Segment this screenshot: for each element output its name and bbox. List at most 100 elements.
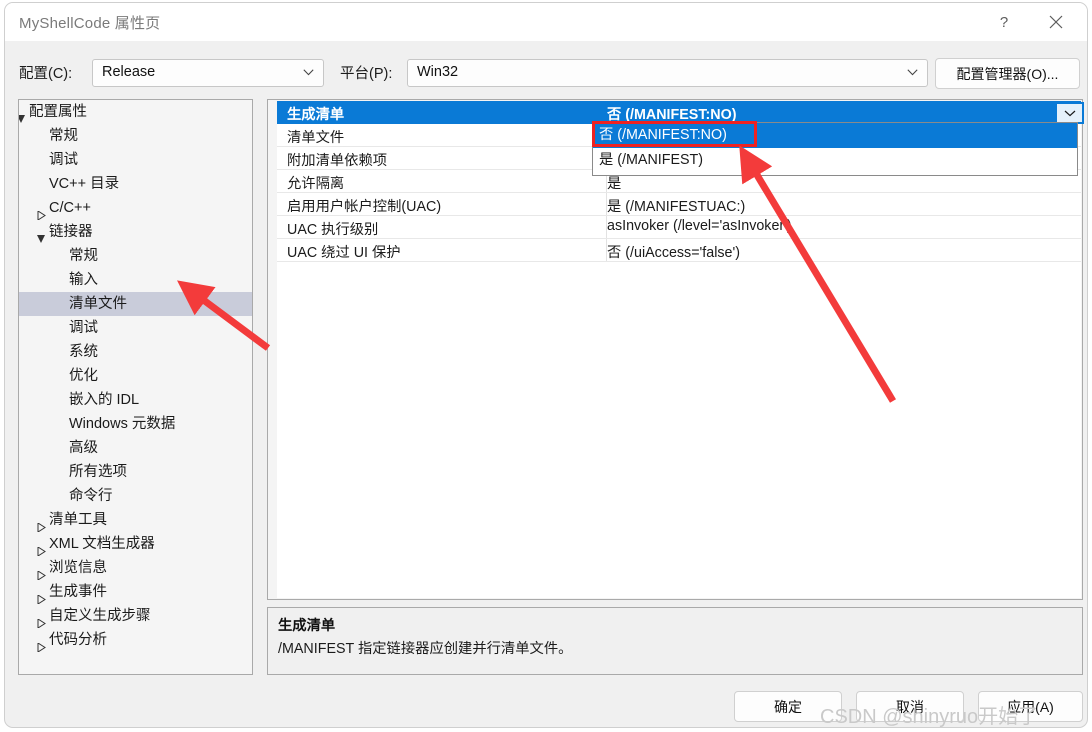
tree-item-label: 嵌入的 IDL — [69, 392, 140, 408]
tree-item-label: 高级 — [69, 440, 98, 456]
configuration-value: Release — [102, 64, 156, 80]
chevron-down-icon — [907, 69, 918, 76]
property-row[interactable]: UAC 执行级别 asInvoker (/level='asInvoker') — [277, 216, 1081, 239]
tree-item-label: 所有选项 — [69, 464, 127, 480]
tree-item[interactable]: 优化 — [19, 364, 252, 388]
property-pages-dialog: MyShellCode 属性页 ? 配置(C): Release 平台(P): — [4, 2, 1088, 728]
property-value[interactable]: 否 (/MANIFEST:NO) — [607, 103, 736, 124]
expander-collapsed-icon[interactable] — [37, 612, 46, 629]
tree-item-label: 清单工具 — [49, 512, 107, 528]
tree-item-label: XML 文档生成器 — [49, 536, 155, 552]
property-name: UAC 执行级别 — [287, 222, 379, 238]
tree-item[interactable]: 所有选项 — [19, 460, 252, 484]
property-name: 附加清单依赖项 — [287, 153, 388, 169]
screenshot-root: MyShellCode 属性页 ? 配置(C): Release 平台(P): — [0, 0, 1092, 732]
tree-item-label: 调试 — [69, 320, 98, 336]
tree-item-label: Windows 元数据 — [69, 416, 176, 432]
dropdown-toggle-button[interactable] — [1055, 102, 1084, 124]
property-name: 清单文件 — [287, 130, 345, 146]
tree-item-label: C/C++ — [49, 200, 91, 216]
description-title: 生成清单 — [278, 618, 336, 634]
tree-item[interactable]: 清单工具 — [19, 508, 252, 533]
property-row[interactable]: 启用用户帐户控制(UAC) 是 (/MANIFESTUAC:) — [277, 193, 1081, 216]
expander-expanded-icon[interactable] — [19, 108, 26, 123]
platform-combobox[interactable]: Win32 — [407, 59, 928, 87]
tree-item[interactable]: 链接器 — [19, 220, 252, 244]
tree-item-label: 命令行 — [69, 488, 113, 504]
manifest-dropdown-list[interactable]: 否 (/MANIFEST:NO) 是 (/MANIFEST) — [592, 122, 1078, 176]
tree-item[interactable]: 生成事件 — [19, 580, 252, 605]
property-value[interactable]: asInvoker (/level='asInvoker') — [607, 218, 792, 234]
platform-value: Win32 — [417, 64, 459, 80]
tree-item[interactable]: 命令行 — [19, 484, 252, 508]
tree-item-label: 优化 — [69, 368, 98, 384]
tree-item[interactable]: VC++ 目录 — [19, 172, 252, 196]
close-glyph — [1049, 15, 1063, 29]
description-text: /MANIFEST 指定链接器应创建并行清单文件。 — [278, 641, 573, 657]
expander-collapsed-icon[interactable] — [37, 564, 46, 581]
tree-item[interactable]: 常规 — [19, 124, 252, 148]
tree-item[interactable]: 常规 — [19, 244, 252, 268]
configuration-manager-button[interactable]: 配置管理器(O)... — [935, 58, 1080, 89]
tree-item[interactable]: C/C++ — [19, 196, 252, 221]
tree-item[interactable]: 高级 — [19, 436, 252, 460]
tree-item[interactable]: XML 文档生成器 — [19, 532, 252, 557]
tree-item[interactable]: 系统 — [19, 340, 252, 364]
configuration-label: 配置(C): — [19, 66, 73, 82]
tree-item[interactable]: 嵌入的 IDL — [19, 388, 252, 412]
tree-item-label: 常规 — [49, 128, 78, 144]
tree-item-label: 清单文件 — [69, 296, 127, 312]
configuration-tree[interactable]: 配置属性 常规 调试 VC++ 目录 C/C++ 链接器 常规 输入 清单文件 调试 系统 优化 嵌入的… — [18, 99, 253, 675]
tree-item-label: 系统 — [69, 344, 98, 360]
expander-expanded-icon[interactable] — [37, 228, 46, 243]
expander-collapsed-icon[interactable] — [37, 516, 46, 533]
tree-item-label: 自定义生成步骤 — [49, 608, 151, 624]
tree-item-label: 常规 — [69, 248, 98, 264]
tree-item[interactable]: 调试 — [19, 148, 252, 172]
apply-button[interactable]: 应用(A) — [978, 691, 1083, 722]
expander-collapsed-icon[interactable] — [37, 636, 46, 653]
chevron-down-icon — [1064, 110, 1075, 116]
title-bar: MyShellCode 属性页 ? — [5, 3, 1087, 41]
tree-item[interactable]: 输入 — [19, 268, 252, 292]
tree-item[interactable]: 自定义生成步骤 — [19, 604, 252, 629]
window-title: MyShellCode 属性页 — [19, 15, 161, 32]
tree-item-label: 链接器 — [49, 224, 93, 240]
description-pane: 生成清单 /MANIFEST 指定链接器应创建并行清单文件。 — [267, 607, 1083, 675]
dropdown-option[interactable]: 否 (/MANIFEST:NO) — [593, 123, 1077, 148]
close-icon[interactable] — [1033, 3, 1079, 41]
tree-item-label: 调试 — [49, 152, 78, 168]
tree-item[interactable]: 浏览信息 — [19, 556, 252, 581]
configuration-combobox[interactable]: Release — [92, 59, 324, 87]
tree-item[interactable]: 配置属性 — [19, 100, 252, 124]
platform-label: 平台(P): — [340, 66, 393, 82]
tree-item-label: 生成事件 — [49, 584, 107, 600]
help-icon[interactable]: ? — [981, 3, 1027, 41]
ok-button[interactable]: 确定 — [734, 691, 842, 722]
property-row[interactable]: UAC 绕过 UI 保护 否 (/uiAccess='false') — [277, 239, 1081, 262]
property-value[interactable]: 否 (/uiAccess='false') — [607, 241, 740, 262]
property-name: 启用用户帐户控制(UAC) — [287, 199, 442, 215]
property-name: 生成清单 — [287, 107, 345, 123]
expander-collapsed-icon[interactable] — [37, 540, 46, 557]
tree-item-label: 代码分析 — [49, 632, 107, 648]
cancel-button[interactable]: 取消 — [856, 691, 964, 722]
tree-item-label: VC++ 目录 — [49, 176, 120, 192]
property-value[interactable]: 是 (/MANIFESTUAC:) — [607, 195, 745, 216]
tree-item[interactable]: Windows 元数据 — [19, 412, 252, 436]
dropdown-option[interactable]: 是 (/MANIFEST) — [593, 148, 1077, 173]
tree-item-label: 输入 — [69, 272, 98, 288]
expander-collapsed-icon[interactable] — [37, 204, 46, 221]
chevron-down-icon — [303, 69, 314, 76]
tree-item[interactable]: 清单文件 — [19, 292, 252, 316]
tree-item[interactable]: 代码分析 — [19, 628, 252, 653]
help-glyph: ? — [999, 13, 1009, 31]
tree-item-label: 配置属性 — [29, 104, 87, 120]
property-row[interactable]: 生成清单 否 (/MANIFEST:NO) — [277, 101, 1084, 124]
property-name: UAC 绕过 UI 保护 — [287, 245, 401, 261]
tree-item-label: 浏览信息 — [49, 560, 107, 576]
tree-item[interactable]: 调试 — [19, 316, 252, 340]
property-name: 允许隔离 — [287, 176, 345, 192]
configuration-bar: 配置(C): Release 平台(P): Win32 配置管理器(O)... — [5, 41, 1087, 103]
expander-collapsed-icon[interactable] — [37, 588, 46, 605]
